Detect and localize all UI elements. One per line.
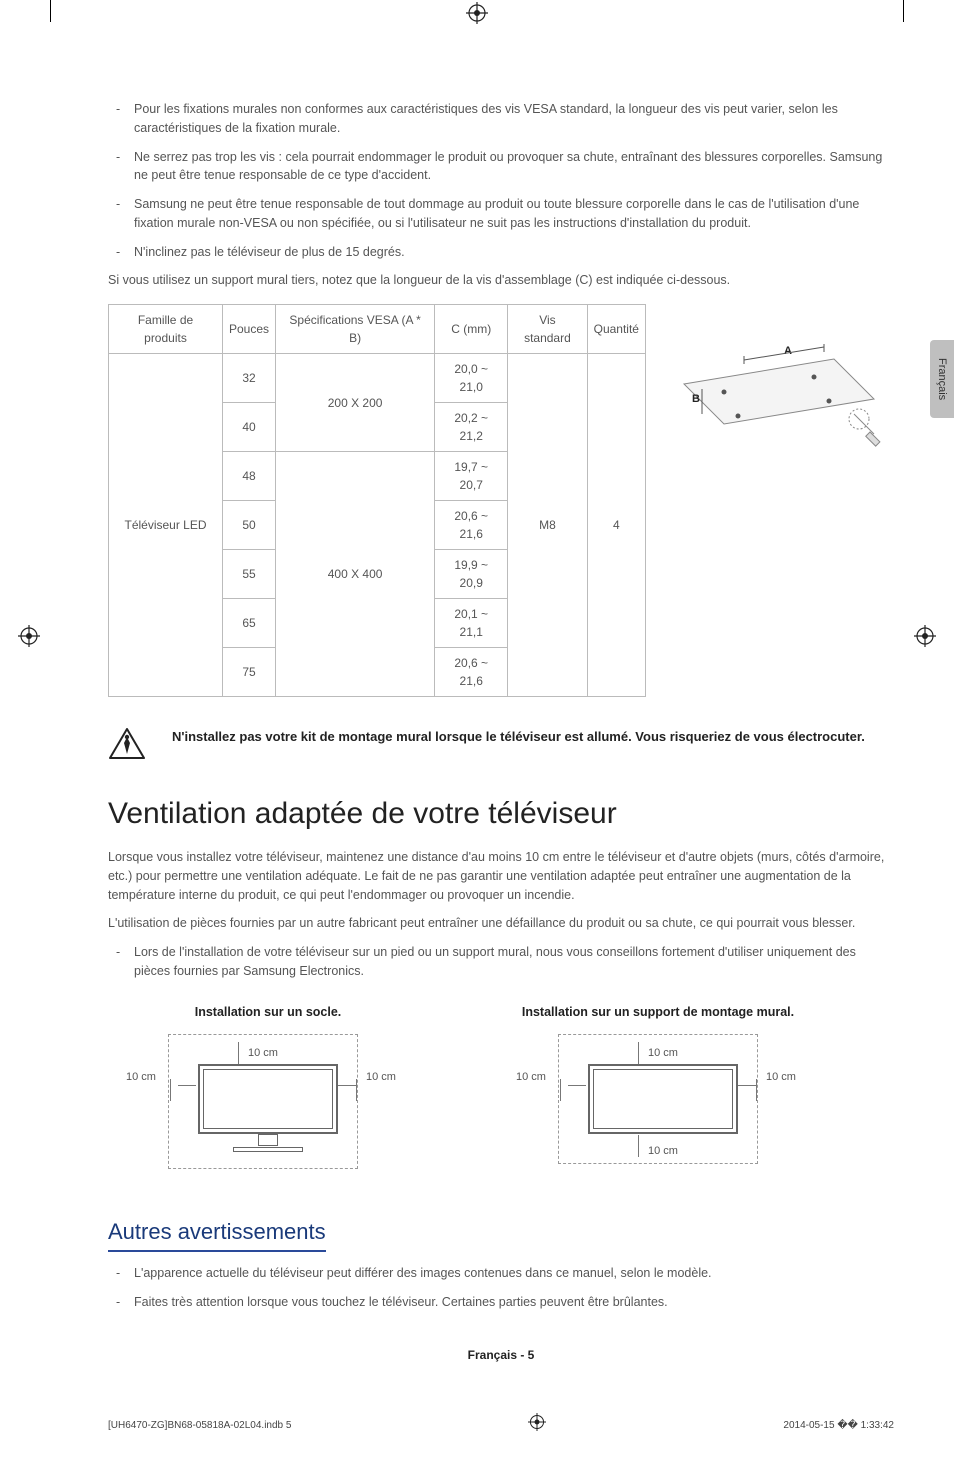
- col-header-inches: Pouces: [223, 305, 276, 354]
- col-header-screw: Vis standard: [508, 305, 587, 354]
- diagram-label-b: B: [692, 393, 700, 405]
- cell-screw: M8: [508, 354, 587, 697]
- figure-caption: Installation sur un socle.: [108, 1003, 428, 1022]
- cell-c: 19,7 ~ 20,7: [435, 452, 508, 501]
- diagram-label-a: A: [784, 345, 792, 357]
- table-row: Téléviseur LED 32 200 X 200 20,0 ~ 21,0 …: [109, 354, 646, 403]
- figure-stand-install: Installation sur un socle. 10 cm 10 cm 1…: [108, 1003, 428, 1180]
- page-content: Français Pour les fixations murales non …: [0, 0, 954, 1479]
- cell-family: Téléviseur LED: [109, 354, 223, 697]
- page-number: Français - 5: [108, 1346, 894, 1364]
- dim-label-top: 10 cm: [248, 1045, 278, 1062]
- footer-metadata: [UH6470-ZG]BN68-05818A-02L04.indb 5 2014…: [108, 1412, 894, 1439]
- dim-label-right: 10 cm: [366, 1069, 396, 1086]
- dim-label-bottom: 10 cm: [648, 1143, 678, 1160]
- figure-caption: Installation sur un support de montage m…: [498, 1003, 818, 1022]
- col-header-c: C (mm): [435, 305, 508, 354]
- warning-text: N'installez pas votre kit de montage mur…: [172, 727, 865, 747]
- cell-vesa: 200 X 200: [276, 354, 435, 452]
- dim-label-left: 10 cm: [126, 1069, 156, 1086]
- top-bullet-list: Pour les fixations murales non conformes…: [108, 100, 894, 261]
- cell-c: 20,2 ~ 21,2: [435, 403, 508, 452]
- list-item: Faites très attention lorsque vous touch…: [122, 1293, 894, 1312]
- cell-inches: 55: [223, 550, 276, 599]
- footer-filename: [UH6470-ZG]BN68-05818A-02L04.indb 5: [108, 1418, 291, 1433]
- warning-block: N'installez pas votre kit de montage mur…: [108, 727, 894, 761]
- dim-label-right: 10 cm: [766, 1069, 796, 1086]
- paragraph: Lorsque vous installez votre téléviseur,…: [108, 848, 894, 904]
- section-heading-ventilation: Ventilation adaptée de votre téléviseur: [108, 791, 894, 836]
- section-heading-warnings: Autres avertissements: [108, 1215, 326, 1252]
- cell-inches: 50: [223, 501, 276, 550]
- bottom-bullet-list: L'apparence actuelle du téléviseur peut …: [108, 1264, 894, 1312]
- col-header-family: Famille de produits: [109, 305, 223, 354]
- list-item: Samsung ne peut être tenue responsable d…: [122, 195, 894, 233]
- intro-paragraph: Si vous utilisez un support mural tiers,…: [108, 271, 894, 290]
- list-item: Pour les fixations murales non conformes…: [122, 100, 894, 138]
- cell-inches: 75: [223, 648, 276, 697]
- cell-c: 20,1 ~ 21,1: [435, 599, 508, 648]
- warning-triangle-icon: [108, 727, 146, 761]
- mid-bullet-list: Lors de l'installation de votre télévise…: [108, 943, 894, 981]
- paragraph: L'utilisation de pièces fournies par un …: [108, 914, 894, 933]
- list-item: Lors de l'installation de votre télévise…: [122, 943, 894, 981]
- list-item: L'apparence actuelle du téléviseur peut …: [122, 1264, 894, 1283]
- cell-inches: 32: [223, 354, 276, 403]
- cell-c: 20,6 ~ 21,6: [435, 648, 508, 697]
- list-item: Ne serrez pas trop les vis : cela pourra…: [122, 148, 894, 186]
- cell-qty: 4: [587, 354, 645, 697]
- cell-vesa: 400 X 400: [276, 452, 435, 697]
- language-tab: Français: [930, 340, 954, 418]
- figure-wall-mount-install: Installation sur un support de montage m…: [498, 1003, 818, 1180]
- registration-mark-icon: [528, 1412, 546, 1439]
- vesa-spec-table: Famille de produits Pouces Spécification…: [108, 304, 646, 697]
- dim-label-left: 10 cm: [516, 1069, 546, 1086]
- cell-c: 20,6 ~ 21,6: [435, 501, 508, 550]
- mount-diagram: A B: [674, 344, 894, 464]
- cell-c: 20,0 ~ 21,0: [435, 354, 508, 403]
- cell-inches: 65: [223, 599, 276, 648]
- cell-c: 19,9 ~ 20,9: [435, 550, 508, 599]
- dim-label-top: 10 cm: [648, 1045, 678, 1062]
- cell-inches: 40: [223, 403, 276, 452]
- col-header-vesa: Spécifications VESA (A * B): [276, 305, 435, 354]
- cell-inches: 48: [223, 452, 276, 501]
- list-item: N'inclinez pas le téléviseur de plus de …: [122, 243, 894, 262]
- col-header-qty: Quantité: [587, 305, 645, 354]
- footer-timestamp: 2014-05-15 �� 1:33:42: [783, 1418, 894, 1433]
